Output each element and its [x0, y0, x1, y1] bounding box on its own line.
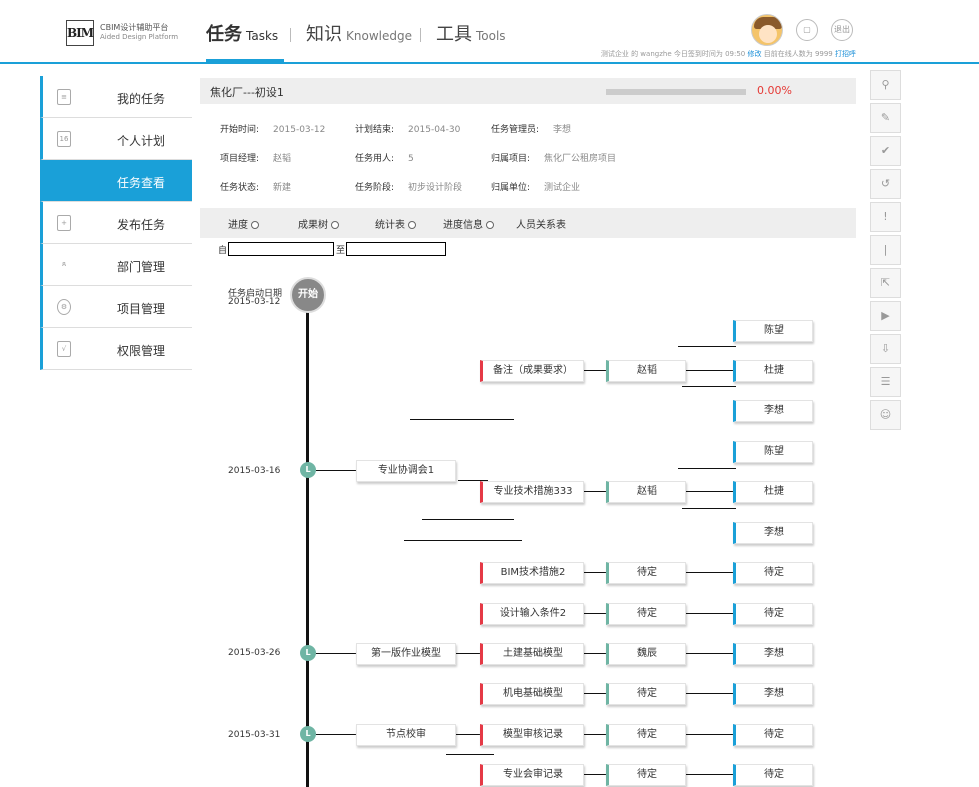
- milestone-date: 2015-03-31: [228, 730, 281, 740]
- connector-line: [456, 734, 480, 735]
- assignee-box[interactable]: 杜捷: [733, 481, 813, 503]
- connector-line: [686, 572, 733, 573]
- connector-line: [584, 774, 606, 775]
- connector-line: [316, 653, 356, 654]
- owner-box[interactable]: 待定: [606, 764, 686, 786]
- assignee-box[interactable]: 陈望: [733, 441, 813, 463]
- assignee-box[interactable]: 待定: [733, 603, 813, 625]
- assignee-box[interactable]: 李想: [733, 643, 813, 665]
- assignee-box[interactable]: 杜捷: [733, 360, 813, 382]
- timeline-axis: [306, 300, 309, 787]
- connector-line: [584, 613, 606, 614]
- owner-box[interactable]: 待定: [606, 683, 686, 705]
- connector-line: [584, 572, 606, 573]
- milestone-date: 2015-03-26: [228, 648, 281, 658]
- connector-line: [686, 734, 733, 735]
- owner-box[interactable]: 赵韬: [606, 481, 686, 503]
- connector-line: [584, 491, 606, 492]
- owner-box[interactable]: 待定: [606, 724, 686, 746]
- assignee-box[interactable]: 待定: [733, 724, 813, 746]
- milestone-node[interactable]: L: [300, 462, 316, 478]
- assignee-box[interactable]: 李想: [733, 683, 813, 705]
- deliverable-box[interactable]: 专业技术措施333: [480, 481, 584, 503]
- connector-line: [678, 346, 736, 347]
- connector-line: [682, 508, 736, 509]
- deliverable-box[interactable]: 专业会审记录: [480, 764, 584, 786]
- milestone-box[interactable]: 专业协调会1: [356, 460, 456, 482]
- milestone-node[interactable]: L: [300, 726, 316, 742]
- connector-line: [584, 734, 606, 735]
- connector-line: [456, 653, 480, 654]
- deliverable-box[interactable]: 模型审核记录: [480, 724, 584, 746]
- connector-line: [686, 774, 733, 775]
- connector-line: [584, 370, 606, 371]
- connector-line: [584, 693, 606, 694]
- owner-box[interactable]: 赵韬: [606, 360, 686, 382]
- deliverable-box[interactable]: BIM技术措施2: [480, 562, 584, 584]
- connector-line: [584, 653, 606, 654]
- assignee-box[interactable]: 待定: [733, 562, 813, 584]
- owner-box[interactable]: 待定: [606, 562, 686, 584]
- connector-line: [682, 386, 736, 387]
- assignee-box[interactable]: 李想: [733, 400, 813, 422]
- owner-box[interactable]: 待定: [606, 603, 686, 625]
- connector-line: [686, 613, 733, 614]
- milestone-box[interactable]: 第一版作业模型: [356, 643, 456, 665]
- connector-line: [316, 470, 356, 471]
- deliverable-box[interactable]: 设计输入条件2: [480, 603, 584, 625]
- milestone-date: 2015-03-16: [228, 466, 281, 476]
- milestone-node[interactable]: L: [300, 645, 316, 661]
- connector-line: [686, 653, 733, 654]
- connector-line: [686, 693, 733, 694]
- deliverable-box[interactable]: 土建基础模型: [480, 643, 584, 665]
- assignee-box[interactable]: 李想: [733, 522, 813, 544]
- start-date: 2015-03-12: [228, 297, 281, 307]
- connector-line: [422, 519, 514, 520]
- milestone-box[interactable]: 节点校审: [356, 724, 456, 746]
- connector-line: [404, 540, 522, 541]
- connector-line: [446, 754, 494, 755]
- connector-line: [316, 734, 356, 735]
- assignee-box[interactable]: 陈望: [733, 320, 813, 342]
- assignee-box[interactable]: 待定: [733, 764, 813, 786]
- deliverable-box[interactable]: 备注（成果要求）: [480, 360, 584, 382]
- connector-line: [686, 370, 733, 371]
- owner-box[interactable]: 魏辰: [606, 643, 686, 665]
- progress-timeline: 开始 任务启动日期 2015-03-12 2015-03-16 L 专业协调会1…: [0, 0, 979, 787]
- connector-line: [686, 491, 733, 492]
- deliverable-box[interactable]: 机电基础模型: [480, 683, 584, 705]
- connector-line: [678, 468, 736, 469]
- timeline-start-node[interactable]: 开始: [290, 277, 326, 313]
- connector-line: [410, 419, 514, 420]
